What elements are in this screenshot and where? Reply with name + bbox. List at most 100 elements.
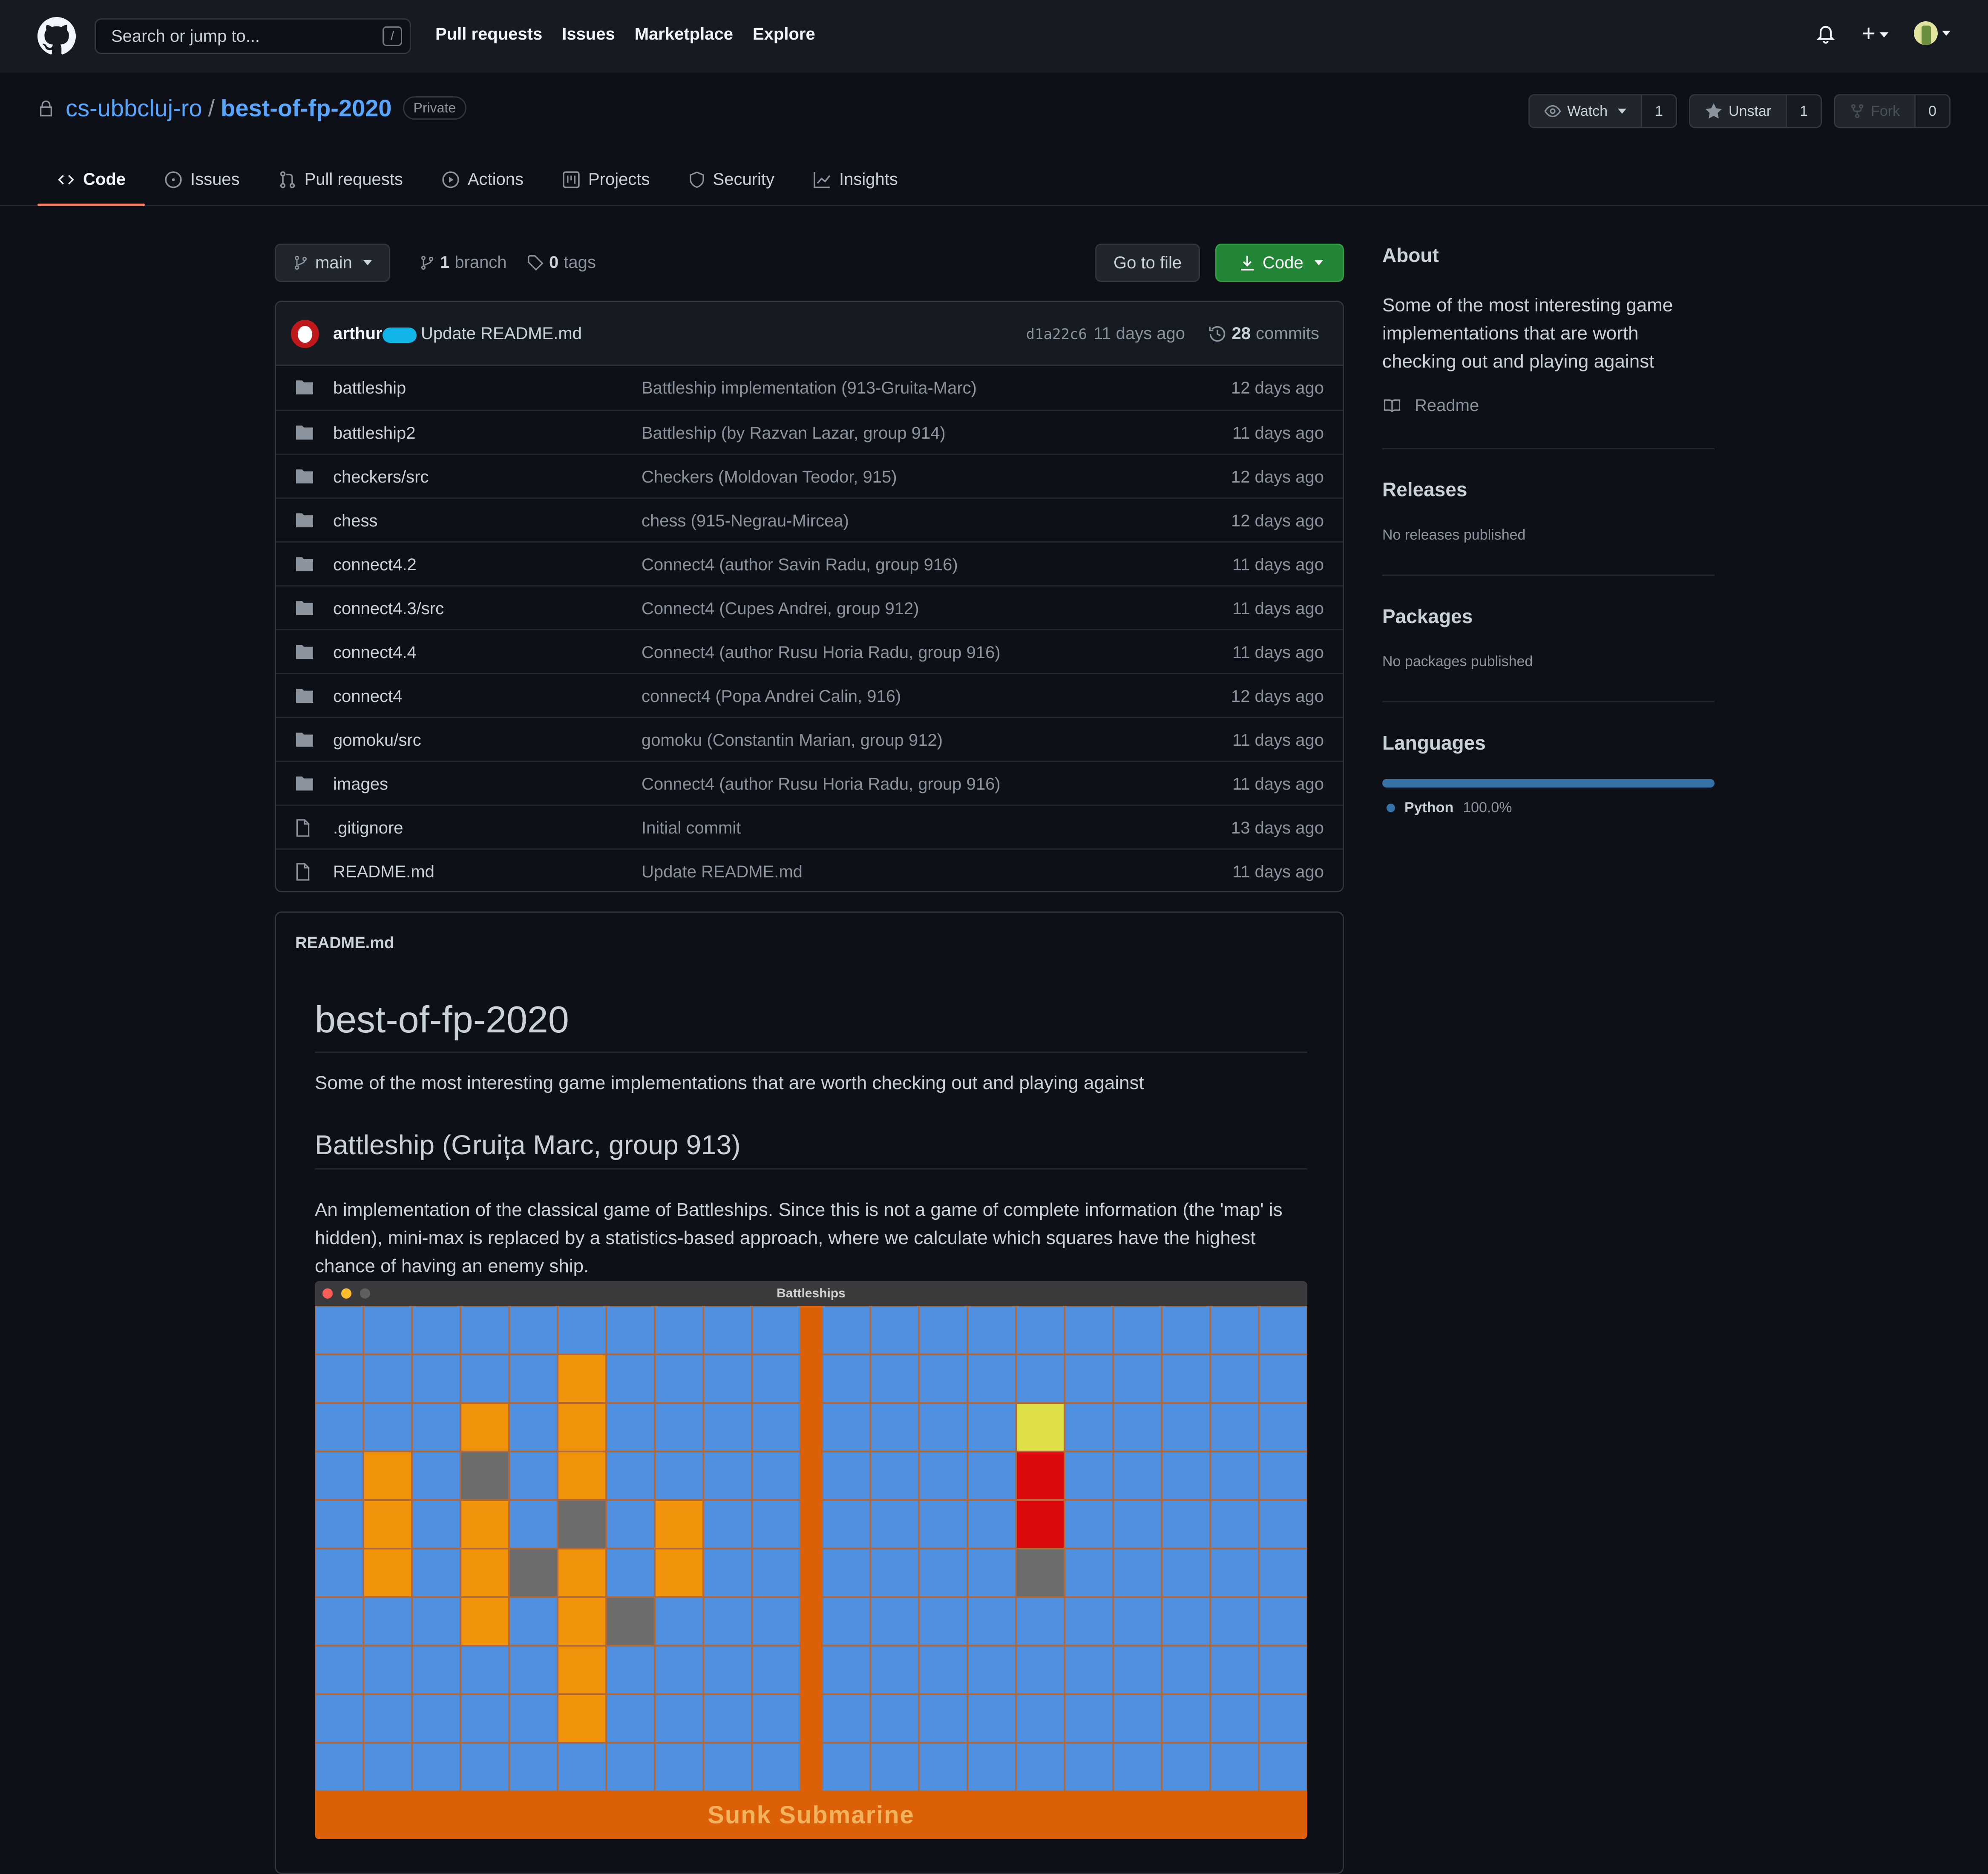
board-cell[interactable] [315, 1403, 363, 1451]
nav-marketplace[interactable]: Marketplace [635, 25, 733, 44]
board-cell[interactable] [509, 1646, 558, 1694]
board-cell[interactable] [315, 1646, 363, 1694]
board-cell[interactable] [752, 1403, 800, 1451]
board-cell[interactable] [363, 1354, 412, 1403]
board-cell[interactable] [558, 1743, 606, 1791]
board-cell[interactable] [412, 1306, 460, 1354]
board-cell[interactable] [1016, 1646, 1064, 1694]
board-cell[interactable] [412, 1743, 460, 1791]
board-cell[interactable] [1210, 1743, 1259, 1791]
board-cell[interactable] [363, 1549, 412, 1597]
board-cell[interactable] [1016, 1403, 1064, 1451]
tab-pull-requests[interactable]: Pull requests [259, 153, 422, 206]
board-cell[interactable] [967, 1597, 1016, 1646]
file-name-link[interactable]: connect4.4 [333, 643, 417, 662]
board-cell[interactable] [967, 1549, 1016, 1597]
board-cell[interactable] [315, 1694, 363, 1743]
board-cell[interactable] [363, 1500, 412, 1549]
board-cell[interactable] [1210, 1451, 1259, 1500]
board-cell[interactable] [655, 1354, 703, 1403]
create-new-menu[interactable]: + [1861, 21, 1888, 45]
nav-explore[interactable]: Explore [753, 25, 815, 44]
board-cell[interactable] [703, 1743, 752, 1791]
board-cell[interactable] [509, 1597, 558, 1646]
board-cell[interactable] [967, 1646, 1016, 1694]
unstar-button[interactable]: Unstar [1690, 95, 1787, 127]
board-cell[interactable] [363, 1743, 412, 1791]
board-cell[interactable] [558, 1306, 606, 1354]
board-cell[interactable] [1259, 1743, 1307, 1791]
nav-issues[interactable]: Issues [562, 25, 615, 44]
commit-author[interactable]: arthur [333, 324, 383, 343]
board-cell[interactable] [870, 1500, 919, 1549]
tab-issues[interactable]: Issues [145, 153, 259, 206]
board-cell[interactable] [1162, 1403, 1210, 1451]
board-cell[interactable] [919, 1646, 967, 1694]
file-commit-message[interactable]: Checkers (Moldovan Teodor, 915) [642, 468, 897, 487]
board-cell[interactable] [1259, 1549, 1307, 1597]
board-cell[interactable] [752, 1451, 800, 1500]
board-cell[interactable] [412, 1694, 460, 1743]
releases-heading[interactable]: Releases [1382, 478, 1467, 501]
board-cell[interactable] [606, 1500, 655, 1549]
board-cell[interactable] [1210, 1500, 1259, 1549]
file-commit-message[interactable]: Connect4 (author Rusu Horia Radu, group … [642, 643, 1001, 662]
file-commit-message[interactable]: gomoku (Constantin Marian, group 912) [642, 731, 943, 750]
board-cell[interactable] [703, 1694, 752, 1743]
board-cell[interactable] [509, 1403, 558, 1451]
user-menu[interactable] [1914, 21, 1951, 45]
board-cell[interactable] [1259, 1354, 1307, 1403]
board-cell[interactable] [655, 1694, 703, 1743]
board-cell[interactable] [558, 1500, 606, 1549]
board-cell[interactable] [315, 1306, 363, 1354]
board-cell[interactable] [363, 1694, 412, 1743]
board-cell[interactable] [606, 1743, 655, 1791]
board-cell[interactable] [703, 1597, 752, 1646]
board-cell[interactable] [703, 1451, 752, 1500]
board-cell[interactable] [1162, 1646, 1210, 1694]
board-cell[interactable] [967, 1354, 1016, 1403]
file-commit-message[interactable]: Battleship (by Razvan Lazar, group 914) [642, 424, 946, 443]
board-cell[interactable] [1064, 1354, 1113, 1403]
packages-heading[interactable]: Packages [1382, 605, 1473, 628]
board-cell[interactable] [822, 1354, 870, 1403]
branches-link[interactable]: 1 branch [420, 253, 507, 272]
tab-security[interactable]: Security [669, 153, 794, 206]
board-cell[interactable] [606, 1451, 655, 1500]
board-cell[interactable] [1064, 1500, 1113, 1549]
board-cell[interactable] [703, 1354, 752, 1403]
board-cell[interactable] [752, 1549, 800, 1597]
board-cell[interactable] [412, 1646, 460, 1694]
board-cell[interactable] [1259, 1451, 1307, 1500]
board-cell[interactable] [1016, 1500, 1064, 1549]
readme-filename[interactable]: README.md [295, 934, 394, 952]
board-cell[interactable] [363, 1403, 412, 1451]
board-cell[interactable] [315, 1354, 363, 1403]
board-cell[interactable] [460, 1597, 509, 1646]
board-cell[interactable] [606, 1597, 655, 1646]
board-cell[interactable] [412, 1451, 460, 1500]
board-cell[interactable] [363, 1646, 412, 1694]
board-cell[interactable] [1016, 1451, 1064, 1500]
board-cell[interactable] [1064, 1549, 1113, 1597]
readme-link[interactable]: Readme [1382, 396, 1479, 415]
board-cell[interactable] [822, 1500, 870, 1549]
board-cell[interactable] [1210, 1354, 1259, 1403]
bell-icon[interactable] [1815, 22, 1836, 44]
board-cell[interactable] [1113, 1451, 1162, 1500]
file-name-link[interactable]: battleship [333, 379, 406, 398]
file-name-link[interactable]: .gitignore [333, 819, 403, 838]
board-cell[interactable] [1259, 1403, 1307, 1451]
board-cell[interactable] [558, 1354, 606, 1403]
board-cell[interactable] [870, 1743, 919, 1791]
board-cell[interactable] [1259, 1597, 1307, 1646]
board-cell[interactable] [1162, 1306, 1210, 1354]
board-cell[interactable] [1162, 1597, 1210, 1646]
board-cell[interactable] [460, 1354, 509, 1403]
board-cell[interactable] [822, 1306, 870, 1354]
board-cell[interactable] [919, 1354, 967, 1403]
file-commit-message[interactable]: Connect4 (author Savin Radu, group 916) [642, 555, 958, 575]
board-cell[interactable] [509, 1354, 558, 1403]
board-cell[interactable] [558, 1646, 606, 1694]
board-cell[interactable] [1064, 1451, 1113, 1500]
